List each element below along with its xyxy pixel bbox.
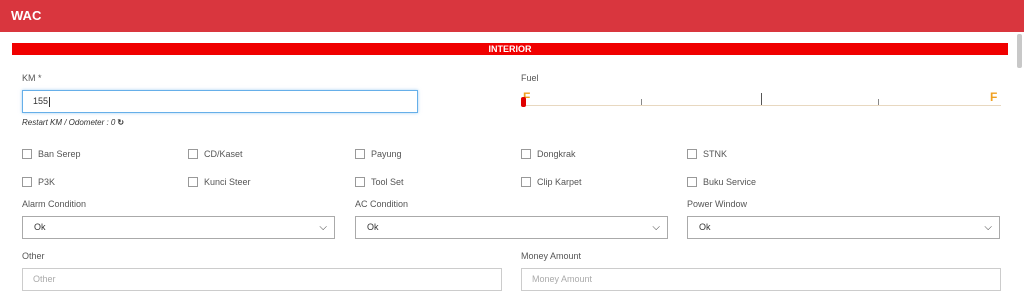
- checkbox-label: CD/Kaset: [204, 149, 243, 159]
- fuel-gauge[interactable]: F F: [521, 90, 1001, 110]
- checkbox-box[interactable]: [687, 149, 697, 159]
- checkbox-label: Dongkrak: [537, 149, 576, 159]
- power-window-label: Power Window: [687, 199, 748, 209]
- section-title: INTERIOR: [12, 43, 1008, 55]
- restart-km-text: Restart KM / Odometer : 0: [22, 118, 116, 127]
- chevron-down-icon: ⌵: [319, 222, 327, 233]
- fuel-tick: [878, 99, 879, 105]
- fuel-tick: [641, 99, 642, 105]
- checkbox-box[interactable]: [355, 177, 365, 187]
- alarm-condition-value: Ok: [34, 222, 46, 232]
- checkbox-box[interactable]: [22, 149, 32, 159]
- other-input[interactable]: Other: [22, 268, 502, 291]
- checkbox-clip-karpet[interactable]: Clip Karpet: [521, 177, 582, 187]
- ac-condition-value: Ok: [367, 222, 379, 232]
- checkbox-box[interactable]: [687, 177, 697, 187]
- checkbox-label: Buku Service: [703, 177, 757, 187]
- text-caret: [49, 96, 51, 107]
- km-input[interactable]: 155: [22, 90, 418, 113]
- checkbox-label: P3K: [38, 177, 56, 187]
- checkbox-label: Ban Serep: [38, 149, 81, 159]
- checkbox-stnk[interactable]: STNK: [687, 149, 727, 159]
- km-label: KM *: [22, 73, 42, 83]
- refresh-icon[interactable]: ↻: [117, 118, 124, 127]
- checkbox-box[interactable]: [188, 149, 198, 159]
- restart-km-link[interactable]: Restart KM / Odometer : 0 ↻: [22, 118, 124, 127]
- power-window-select[interactable]: Ok ⌵: [687, 216, 1000, 239]
- scrollbar-thumb[interactable]: [1017, 34, 1022, 68]
- fuel-full-mark: F: [990, 90, 998, 104]
- money-amount-label: Money Amount: [521, 251, 582, 261]
- fuel-tick: [761, 93, 762, 105]
- money-amount-input[interactable]: Money Amount: [521, 268, 1001, 291]
- ac-condition-label: AC Condition: [355, 199, 409, 209]
- alarm-condition-label: Alarm Condition: [22, 199, 87, 209]
- chevron-down-icon: ⌵: [984, 222, 992, 233]
- checkbox-cd-kaset[interactable]: CD/Kaset: [188, 149, 243, 159]
- checkbox-dongkrak[interactable]: Dongkrak: [521, 149, 576, 159]
- checkbox-box[interactable]: [521, 149, 531, 159]
- checkbox-label: Kunci Steer: [204, 177, 251, 187]
- panel-header: WAC: [0, 0, 1024, 32]
- ac-condition-select[interactable]: Ok ⌵: [355, 216, 668, 239]
- checkbox-box[interactable]: [521, 177, 531, 187]
- checkbox-box[interactable]: [355, 149, 365, 159]
- checkbox-p3k[interactable]: P3K: [22, 177, 55, 187]
- scrollbar[interactable]: [1016, 32, 1024, 300]
- checkbox-kunci-steer[interactable]: Kunci Steer: [188, 177, 251, 187]
- money-amount-placeholder: Money Amount: [532, 274, 593, 284]
- alarm-condition-select[interactable]: Ok ⌵: [22, 216, 335, 239]
- checkbox-payung[interactable]: Payung: [355, 149, 402, 159]
- checkbox-ban-serep[interactable]: Ban Serep: [22, 149, 81, 159]
- checkbox-tool-set[interactable]: Tool Set: [355, 177, 404, 187]
- checkbox-label: Clip Karpet: [537, 177, 582, 187]
- fuel-track: [521, 105, 1001, 106]
- fuel-label: Fuel: [521, 73, 539, 83]
- checkbox-label: Payung: [371, 149, 402, 159]
- checkbox-box[interactable]: [188, 177, 198, 187]
- other-label: Other: [22, 251, 45, 261]
- checkbox-buku-service[interactable]: Buku Service: [687, 177, 756, 187]
- checkbox-box[interactable]: [22, 177, 32, 187]
- km-value: 155: [33, 96, 49, 106]
- checkbox-label: Tool Set: [371, 177, 404, 187]
- other-placeholder: Other: [33, 274, 56, 284]
- chevron-down-icon: ⌵: [652, 222, 660, 233]
- checkbox-label: STNK: [703, 149, 728, 159]
- power-window-value: Ok: [699, 222, 711, 232]
- fuel-slider-handle[interactable]: [521, 97, 526, 107]
